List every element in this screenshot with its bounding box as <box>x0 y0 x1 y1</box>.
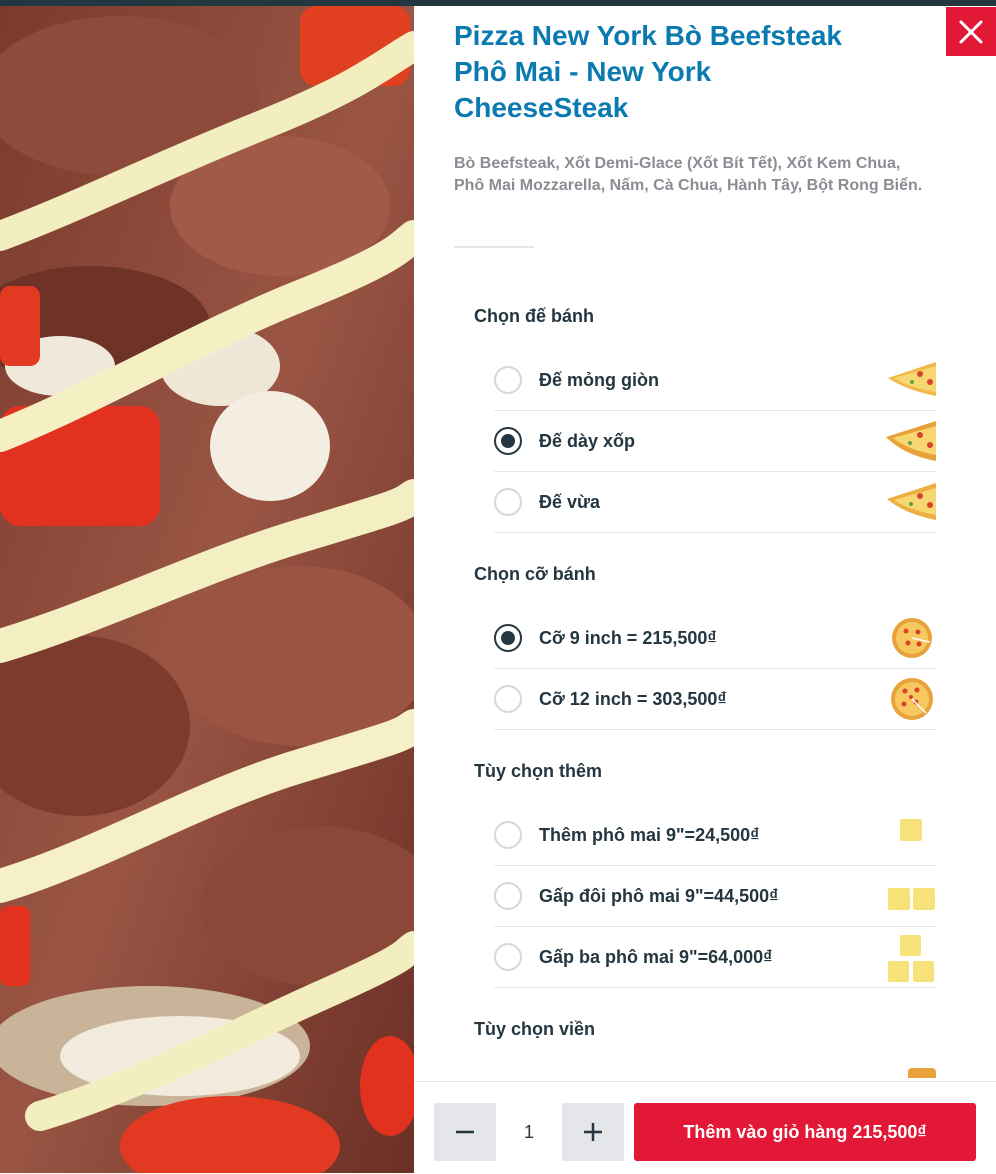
thick-crust-slice-icon <box>886 421 936 461</box>
product-image <box>0 6 414 1173</box>
product-title-line: Pizza New York Bò Beefsteak <box>454 20 843 51</box>
plus-icon <box>584 1123 602 1141</box>
option-triple-cheese[interactable]: Gấp ba phô mai 9"=64,000₫ <box>494 927 936 988</box>
radio-button-checked[interactable] <box>494 427 522 455</box>
cheese-double-icon <box>888 888 935 910</box>
radio-button[interactable] <box>494 882 522 910</box>
pizza-9-inch-icon <box>892 618 932 658</box>
radio-button[interactable] <box>494 685 522 713</box>
option-crust-medium[interactable]: Đế vừa <box>494 472 936 533</box>
product-options-panel[interactable]: Pizza New York Bò Beefsteak Phô Mai - Ne… <box>414 6 996 1081</box>
cheese-triple-icon <box>888 935 934 982</box>
radio-button[interactable] <box>494 366 522 394</box>
medium-crust-slice-icon <box>887 483 936 520</box>
option-label: Cỡ 12 inch = 303,500₫ <box>539 688 727 709</box>
option-label: Đế mỏng giòn <box>539 369 659 390</box>
pizza-12-inch-icon <box>891 678 933 720</box>
section-title-size: Chọn cỡ bánh <box>474 564 596 584</box>
product-description: Bò Beefsteak, Xốt Demi-Glace (Xốt Bít Tế… <box>454 153 974 197</box>
option-label: Đế dày xốp <box>539 430 636 451</box>
radio-button[interactable] <box>494 488 522 516</box>
option-crust-thin[interactable]: Đế mỏng giòn <box>494 350 936 411</box>
description-line: Phô Mai Mozzarella, Nấm, Cà Chua, Hành T… <box>454 177 923 194</box>
section-title-crust-edge: Tùy chọn viền <box>474 1019 596 1039</box>
option-extra-cheese[interactable]: Thêm phô mai 9"=24,500₫ <box>494 805 936 866</box>
cheese-single-icon <box>900 819 922 841</box>
add-to-cart-button[interactable]: Thêm vào giỏ hàng 215,500₫ <box>634 1103 976 1161</box>
footer-bar: 1 Thêm vào giỏ hàng 215,500₫ <box>414 1081 996 1174</box>
decrement-button[interactable] <box>434 1103 496 1161</box>
option-label: Gấp đôi phô mai 9"=44,500₫ <box>539 885 779 906</box>
radio-button-checked[interactable] <box>494 624 522 652</box>
increment-button[interactable] <box>562 1103 624 1161</box>
radio-button[interactable] <box>494 821 522 849</box>
section-title-crust: Chọn đế bánh <box>474 306 594 326</box>
section-title-extra: Tùy chọn thêm <box>474 761 603 781</box>
radio-button[interactable] <box>494 943 522 971</box>
option-size-9-inch[interactable]: Cỡ 9 inch = 215,500₫ <box>494 608 936 669</box>
product-title-line: Phô Mai - New York <box>454 56 712 87</box>
product-title: Pizza New York Bò Beefsteak Phô Mai - Ne… <box>454 18 894 126</box>
option-label: Thêm phô mai 9"=24,500₫ <box>539 824 760 845</box>
product-title-line: CheeseSteak <box>454 92 629 123</box>
minus-icon <box>456 1130 474 1134</box>
quantity-value[interactable]: 1 <box>496 1103 562 1161</box>
option-label: Gấp ba phô mai 9"=64,000₫ <box>539 946 773 967</box>
option-double-cheese[interactable]: Gấp đôi phô mai 9"=44,500₫ <box>494 866 936 927</box>
thin-crust-slice-icon <box>888 362 936 396</box>
crust-edge-image <box>908 1068 936 1078</box>
quantity-stepper[interactable]: 1 <box>434 1103 624 1161</box>
option-label: Đế vừa <box>539 491 601 512</box>
description-line: Bò Beefsteak, Xốt Demi-Glace (Xốt Bít Tế… <box>454 155 901 172</box>
divider <box>454 246 534 248</box>
option-crust-thick[interactable]: Đế dày xốp <box>494 411 936 472</box>
option-size-12-inch[interactable]: Cỡ 12 inch = 303,500₫ <box>494 669 936 730</box>
option-label: Cỡ 9 inch = 215,500₫ <box>539 627 717 648</box>
